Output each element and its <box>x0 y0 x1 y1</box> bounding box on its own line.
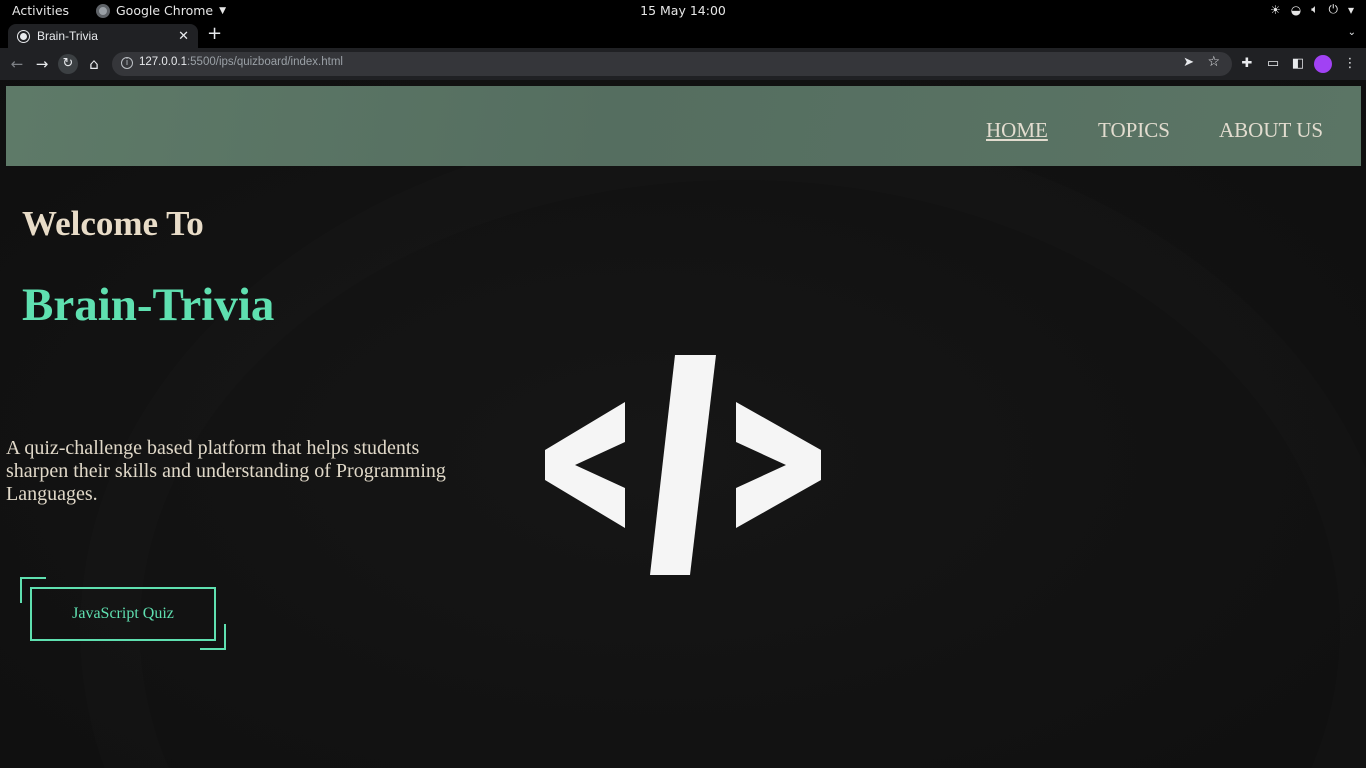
tab-strip: Brain-Trivia ✕ + ⌄ <box>0 22 1366 48</box>
reload-icon[interactable]: ↻ <box>58 54 78 74</box>
profile-avatar[interactable] <box>1314 55 1332 73</box>
globe-icon <box>18 30 29 42</box>
back-icon[interactable]: ← <box>7 54 27 74</box>
more-menu-icon[interactable]: ⋮ <box>1340 54 1360 74</box>
page-viewport: HOME TOPICS ABOUT US Welcome To Brain-Tr… <box>0 80 1366 768</box>
address-bar[interactable]: i 127.0.0.1:5500/ips/quizboard/index.htm… <box>112 52 1232 76</box>
system-top-bar: Activities Google Chrome ▼ 15 May 14:00 … <box>0 0 1366 22</box>
forward-icon[interactable]: → <box>32 54 52 74</box>
brand-title: Brain-Trivia <box>22 279 275 331</box>
volume-icon: 🔈︎ <box>1311 2 1319 16</box>
tab-brain-trivia[interactable]: Brain-Trivia ✕ <box>8 24 198 48</box>
code-icon <box>545 355 821 575</box>
close-icon[interactable]: ✕ <box>178 28 189 44</box>
send-icon[interactable]: ➤ <box>1183 55 1194 70</box>
nav-home[interactable]: HOME <box>986 118 1048 143</box>
cast-icon[interactable]: ▭ <box>1263 54 1283 74</box>
side-panel-icon[interactable]: ◧ <box>1288 54 1308 74</box>
javascript-quiz-button[interactable]: JavaScript Quiz <box>30 587 216 641</box>
brightness-icon: ☀ <box>1270 2 1281 17</box>
clock[interactable]: 15 May 14:00 <box>0 3 1366 18</box>
quiz-button-frame: JavaScript Quiz <box>20 577 226 650</box>
browser-toolbar: ← → ↻ ⌂ i 127.0.0.1:5500/ips/quizboard/i… <box>0 48 1366 80</box>
navbar: HOME TOPICS ABOUT US <box>6 86 1361 166</box>
extensions-icon[interactable]: ✚ <box>1237 54 1257 74</box>
star-icon[interactable]: ☆ <box>1207 54 1220 70</box>
power-icon: ⏻ <box>1328 2 1338 16</box>
welcome-heading: Welcome To <box>22 204 204 243</box>
wifi-icon: ◒ <box>1290 2 1302 17</box>
tagline: A quiz-challenge based platform that hel… <box>6 437 446 505</box>
new-tab-button[interactable]: + <box>207 25 222 43</box>
tab-search-icon[interactable]: ⌄ <box>1348 27 1356 38</box>
nav-topics[interactable]: TOPICS <box>1098 118 1170 143</box>
info-icon[interactable]: i <box>121 57 133 69</box>
url-text[interactable]: 127.0.0.1:5500/ips/quizboard/index.html <box>139 56 343 68</box>
home-icon[interactable]: ⌂ <box>84 54 104 74</box>
tab-title: Brain-Trivia <box>37 29 98 43</box>
nav-about-us[interactable]: ABOUT US <box>1219 118 1323 143</box>
system-tray[interactable]: ☀ ◒ 🔈︎ ⏻ ▾ <box>1270 2 1354 17</box>
chevron-down-icon: ▾ <box>1347 2 1354 17</box>
